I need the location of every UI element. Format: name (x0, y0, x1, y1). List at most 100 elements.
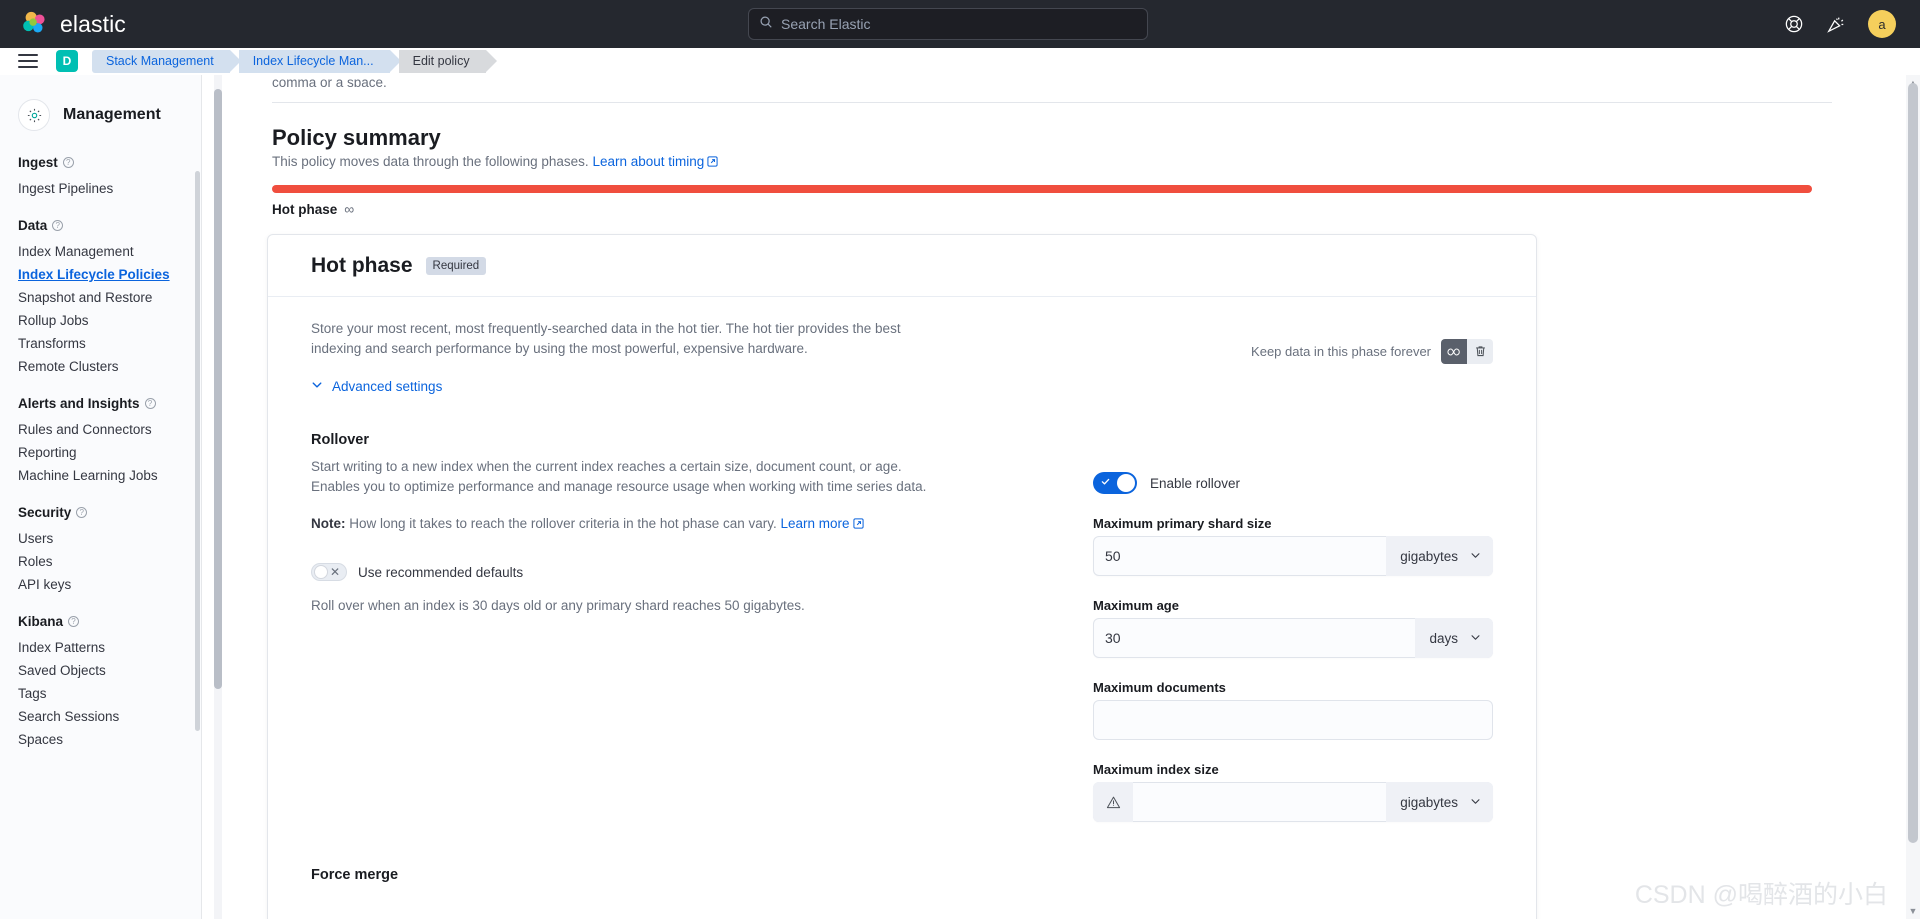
advanced-settings-toggle[interactable]: Advanced settings (311, 379, 1493, 394)
sidebar-header: Management (0, 75, 201, 131)
gear-icon (18, 99, 50, 131)
divider (272, 102, 1832, 103)
sidebar-item-spaces[interactable]: Spaces (0, 728, 201, 751)
max-documents-input[interactable] (1093, 700, 1493, 740)
breadcrumb-item-index-lifecycle-management[interactable]: Index Lifecycle Man... (238, 49, 401, 73)
infinity-icon[interactable] (1441, 339, 1467, 364)
sidebar-item-transforms[interactable]: Transforms (0, 332, 201, 355)
sidebar-item-snapshot-and-restore[interactable]: Snapshot and Restore (0, 286, 201, 309)
sidebar-item-ingest-pipelines[interactable]: Ingest Pipelines (0, 177, 201, 200)
brand: elastic (20, 9, 126, 39)
max-primary-shard-size-unit-select[interactable]: gigabytes (1386, 536, 1493, 576)
sidebar-group-label: Alerts and Insights (18, 396, 140, 411)
advanced-settings-label: Advanced settings (332, 379, 443, 394)
sidebar-item-saved-objects[interactable]: Saved Objects (0, 659, 201, 682)
max-index-size-input[interactable] (1133, 782, 1387, 822)
question-mark-icon[interactable]: ? (52, 220, 64, 231)
celebration-confetti-icon[interactable] (1826, 14, 1846, 34)
hot-phase-body: Keep data in this phase forever Store yo… (268, 297, 1536, 822)
space-badge[interactable]: D (56, 50, 78, 72)
sidebar-group-label: Security (18, 505, 72, 520)
keep-data-controls: Keep data in this phase forever (1251, 339, 1493, 364)
sidebar-item-remote-clusters[interactable]: Remote Clusters (0, 355, 201, 378)
hot-phase-timeline-bar (272, 185, 1812, 193)
keep-data-label: Keep data in this phase forever (1251, 344, 1431, 359)
help-lifebuoy-icon[interactable] (1784, 14, 1804, 34)
sidebar-item-users[interactable]: Users (0, 527, 201, 550)
max-age-unit-select[interactable]: days (1415, 618, 1493, 658)
sidebar-item-index-lifecycle-policies[interactable]: Index Lifecycle Policies (0, 263, 201, 286)
unit-label: gigabytes (1400, 794, 1458, 810)
page-title: Policy summary (272, 125, 441, 150)
rollover-title: Rollover (311, 432, 370, 448)
unit-label: days (1429, 630, 1458, 646)
sidebar-group-data: Data ? (0, 218, 201, 233)
sidebar-item-index-patterns[interactable]: Index Patterns (0, 636, 201, 659)
note-text: How long it takes to reach the rollover … (345, 516, 777, 531)
sidebar-item-rollup-jobs[interactable]: Rollup Jobs (0, 309, 201, 332)
question-mark-icon[interactable]: ? (68, 616, 80, 627)
input-with-unit: gigabytes (1093, 782, 1493, 822)
elastic-logo-icon (20, 9, 50, 39)
max-age-input[interactable] (1093, 618, 1416, 658)
learn-more-link[interactable]: Learn more (780, 516, 849, 531)
chevron-down-icon (1470, 631, 1481, 646)
question-mark-icon[interactable]: ? (144, 398, 156, 409)
enable-rollover-toggle[interactable] (1093, 472, 1137, 494)
sidebar-item-roles[interactable]: Roles (0, 550, 201, 573)
external-link-icon (707, 155, 718, 170)
sidebar-item-machine-learning-jobs[interactable]: Machine Learning Jobs (0, 464, 201, 487)
breadcrumb-item-edit-policy: Edit policy (398, 49, 497, 73)
sidebar-item-index-management[interactable]: Index Management (0, 240, 201, 263)
window-scrollbar-thumb[interactable] (1908, 83, 1918, 843)
sidebar-item-search-sessions[interactable]: Search Sessions (0, 705, 201, 728)
cross-icon: ✕ (329, 565, 340, 579)
max-primary-shard-size-input[interactable] (1093, 536, 1387, 576)
policy-summary-text: This policy moves data through the follo… (272, 154, 589, 169)
breadcrumb-item-stack-management[interactable]: Stack Management (92, 49, 241, 73)
trash-icon[interactable] (1467, 339, 1493, 364)
content-scrollbar-thumb[interactable] (214, 89, 222, 689)
sidebar-group-ingest: Ingest ? (0, 155, 201, 170)
sidebar-item-tags[interactable]: Tags (0, 682, 201, 705)
field-label: Maximum primary shard size (1093, 516, 1272, 531)
max-age-field: Maximum age days (1093, 598, 1493, 658)
field-label: Maximum age (1093, 598, 1179, 613)
sidebar-item-api-keys[interactable]: API keys (0, 573, 201, 596)
max-index-size-unit-select[interactable]: gigabytes (1386, 782, 1493, 822)
enable-rollover-row: Enable rollover (1093, 472, 1493, 494)
max-index-size-field: Maximum index size gigabytes (1093, 762, 1493, 822)
main-content: comma or a space. Policy summary This po… (202, 75, 1920, 919)
sidebar-item-reporting[interactable]: Reporting (0, 441, 201, 464)
toggle-knob (314, 565, 328, 579)
avatar[interactable]: a (1868, 10, 1896, 38)
question-mark-icon[interactable]: ? (62, 157, 74, 168)
chevron-down-icon (311, 379, 323, 394)
rollover-form-column: Enable rollover Maximum primary shard si… (1093, 472, 1493, 822)
sidebar-scrollbar-thumb[interactable] (195, 171, 200, 731)
sidebar-item-rules-and-connectors[interactable]: Rules and Connectors (0, 418, 201, 441)
hot-phase-description: Store your most recent, most frequently-… (311, 321, 901, 356)
hot-phase-panel: Hot phase Required Keep data in this pha… (267, 234, 1537, 919)
enable-rollover-label: Enable rollover (1150, 475, 1241, 491)
hot-phase-timeline-label: Hot phase ∞ (272, 201, 354, 217)
global-search-box[interactable]: Search Elastic (748, 8, 1148, 40)
sidebar-title: Management (63, 106, 161, 123)
truncated-helper-text: comma or a space. (272, 75, 387, 87)
question-mark-icon[interactable]: ? (76, 507, 88, 518)
sidebar-group-label: Kibana (18, 614, 64, 629)
chevron-down-icon (1470, 549, 1481, 564)
management-sidebar: Management Ingest ? Ingest Pipelines Dat… (0, 75, 202, 919)
hot-phase-title: Hot phase (311, 253, 413, 277)
use-recommended-defaults-toggle[interactable]: ✕ (311, 563, 347, 581)
learn-about-timing-link[interactable]: Learn about timing (592, 154, 704, 169)
scroll-down-arrow-icon[interactable]: ▼ (1908, 906, 1918, 916)
sidebar-group-label: Ingest (18, 155, 58, 170)
brand-name: elastic (60, 10, 126, 37)
search-icon (759, 15, 773, 34)
infinity-icon: ∞ (344, 201, 354, 217)
warning-triangle-icon (1093, 782, 1133, 822)
hamburger-menu-icon[interactable] (18, 50, 38, 72)
